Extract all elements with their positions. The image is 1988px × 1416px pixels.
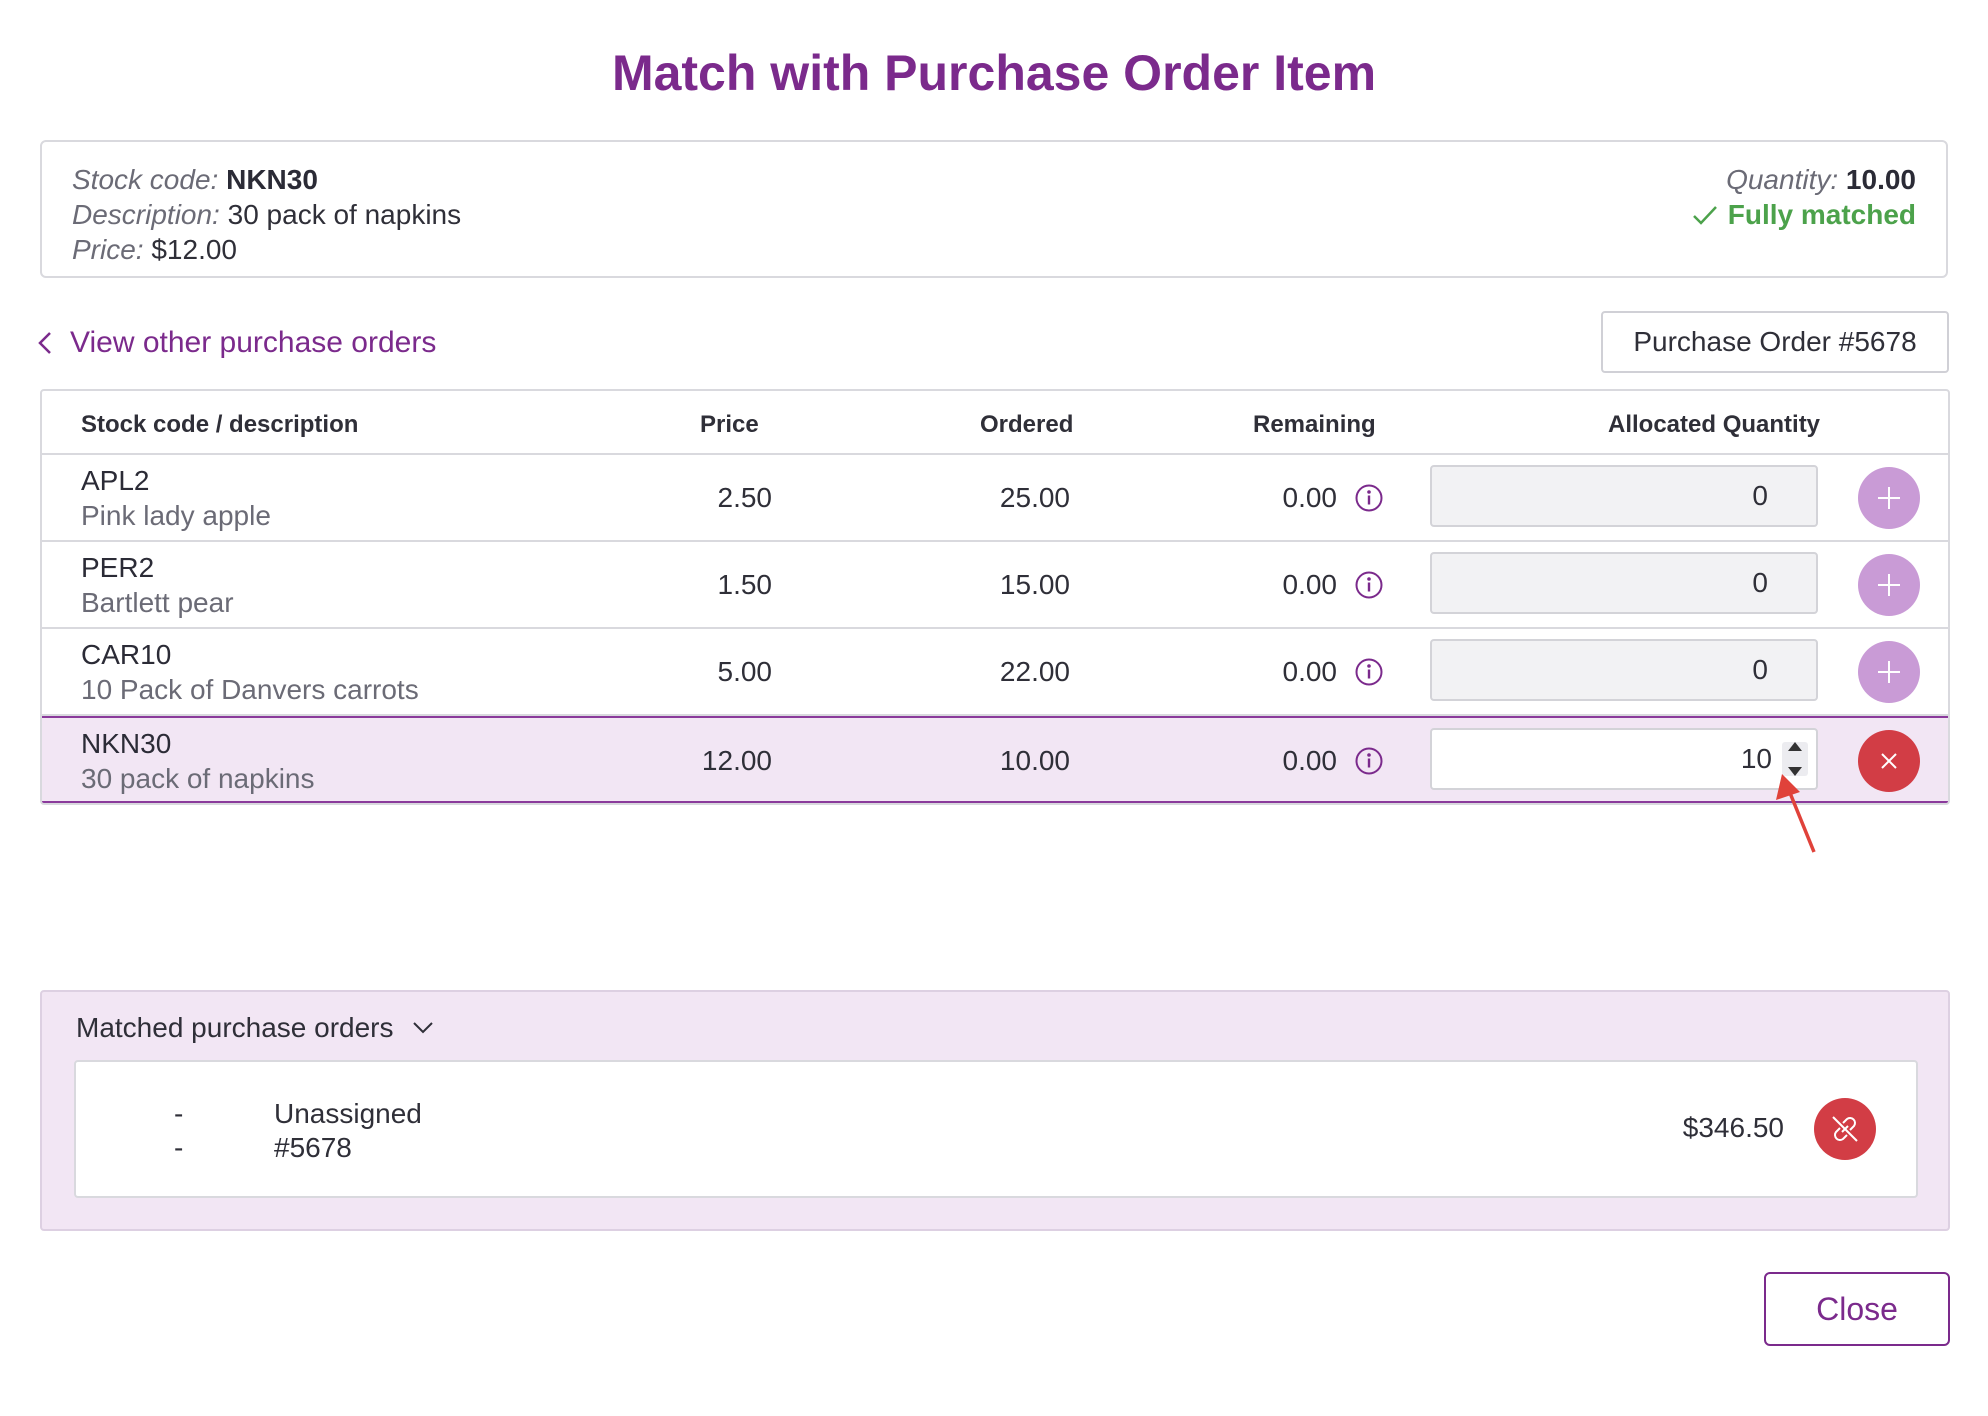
row-description: Pink lady apple [81, 500, 271, 531]
table-row-selected: NKN30 30 pack of napkins 12.00 10.00 0.0… [42, 716, 1948, 803]
add-allocation-button[interactable] [1858, 467, 1920, 529]
item-summary-card: Stock code: NKN30 Description: 30 pack o… [40, 140, 1948, 278]
stock-code-label: Stock code: [72, 164, 219, 195]
quantity-label: Quantity: [1726, 164, 1839, 195]
header-price: Price [700, 411, 759, 438]
info-icon[interactable] [1354, 746, 1384, 776]
match-status-text: Fully matched [1727, 199, 1916, 230]
summary-price-line: Price: $12.00 [72, 232, 1916, 267]
table-row: PER2 Bartlett pear 1.50 15.00 0.00 0 [42, 542, 1948, 629]
header-ordered: Ordered [980, 411, 1074, 438]
price-value: $12.00 [151, 234, 237, 265]
unlink-icon [1832, 1116, 1858, 1142]
view-other-orders-label: View other purchase orders [70, 326, 437, 359]
row-description: 10 Pack of Danvers carrots [81, 674, 419, 705]
description-label: Description: [72, 199, 220, 230]
stock-code-value: NKN30 [226, 164, 318, 195]
row-remaining: 0.00 [1282, 745, 1338, 776]
allocated-quantity-input[interactable]: 0 [1430, 639, 1818, 701]
match-dialog: Match with Purchase Order Item Stock cod… [0, 0, 1988, 1416]
info-icon[interactable] [1354, 657, 1384, 687]
header-allocated: Allocated Quantity [1608, 411, 1821, 438]
summary-quantity-line: Quantity: 10.00 [1692, 162, 1916, 197]
matched-order-amount: $346.50 [1682, 1112, 1784, 1143]
row-ordered: 25.00 [999, 482, 1070, 513]
annotation-arrow [1776, 774, 1816, 853]
row-stock-code: PER2 [81, 552, 155, 583]
row-price: 1.50 [717, 569, 773, 600]
row-ordered: 10.00 [999, 745, 1070, 776]
row-price: 12.00 [701, 745, 772, 776]
row-price: 2.50 [717, 482, 773, 513]
matched-purchase-orders-toggle[interactable]: Matched purchase orders [76, 1012, 434, 1044]
price-label: Price: [72, 234, 144, 265]
purchase-order-button[interactable]: Purchase Order #5678 [1601, 311, 1949, 373]
info-icon[interactable] [1354, 483, 1384, 513]
description-value: 30 pack of napkins [227, 199, 462, 230]
row-ordered: 22.00 [999, 656, 1070, 687]
summary-description-line: Description: 30 pack of napkins [72, 197, 1916, 232]
row-stock-code: CAR10 [81, 639, 172, 670]
allocated-quantity-value: 10 [1740, 743, 1772, 774]
view-other-orders-link[interactable]: View other purchase orders [38, 326, 436, 360]
header-remaining: Remaining [1253, 411, 1376, 438]
matched-order-supplier: Unassigned [274, 1098, 422, 1129]
close-icon [1881, 753, 1897, 769]
summary-right: Quantity: 10.00 Fully matched [1692, 162, 1916, 233]
table-row: APL2 Pink lady apple 2.50 25.00 0.00 0 [42, 455, 1948, 542]
add-allocation-button[interactable] [1858, 554, 1920, 616]
add-allocation-button[interactable] [1858, 641, 1920, 703]
info-icon[interactable] [1354, 570, 1384, 600]
allocated-quantity-input[interactable]: 0 [1430, 465, 1818, 527]
quantity-value: 10.00 [1845, 164, 1916, 195]
remove-allocation-button[interactable] [1858, 730, 1920, 792]
plus-icon [1878, 661, 1900, 683]
matched-order-number: #5678 [274, 1132, 352, 1163]
matched-dash: - [174, 1132, 184, 1163]
row-stock-code: APL2 [81, 465, 150, 496]
row-ordered: 15.00 [999, 569, 1070, 600]
row-price: 5.00 [717, 656, 773, 687]
row-description: 30 pack of napkins [81, 763, 315, 794]
row-stock-code: NKN30 [81, 728, 172, 759]
close-button[interactable]: Close [1764, 1272, 1950, 1346]
table-row: CAR10 10 Pack of Danvers carrots 5.00 22… [42, 629, 1948, 716]
allocated-quantity-input[interactable]: 0 [1430, 552, 1818, 614]
plus-icon [1878, 487, 1900, 509]
dialog-title: Match with Purchase Order Item [611, 45, 1377, 101]
row-description: Bartlett pear [81, 587, 234, 618]
chevron-left-icon [38, 332, 51, 354]
header-stock: Stock code / description [81, 411, 359, 438]
unlink-order-button[interactable] [1814, 1098, 1876, 1160]
matched-purchase-orders-label: Matched purchase orders [76, 1012, 394, 1043]
caret-up-icon[interactable] [1788, 742, 1802, 751]
match-status: Fully matched [1692, 197, 1916, 232]
allocated-quantity-input[interactable]: 10 [1430, 728, 1818, 790]
matched-purchase-orders-panel: Matched purchase orders - - Unassigned #… [40, 990, 1950, 1231]
row-remaining: 0.00 [1282, 656, 1338, 687]
row-remaining: 0.00 [1282, 569, 1338, 600]
chevron-down-icon [412, 1022, 433, 1034]
matched-dash: - [174, 1098, 184, 1129]
purchase-order-items-table: Stock code / description Price Ordered R… [40, 389, 1950, 805]
row-remaining: 0.00 [1282, 482, 1338, 513]
plus-icon [1878, 574, 1900, 596]
table-header: Stock code / description Price Ordered R… [42, 391, 1948, 455]
check-icon [1692, 205, 1717, 225]
matched-order-card: - - Unassigned #5678 $346.50 [74, 1060, 1918, 1198]
summary-stock-code-line: Stock code: NKN30 [72, 162, 1916, 197]
